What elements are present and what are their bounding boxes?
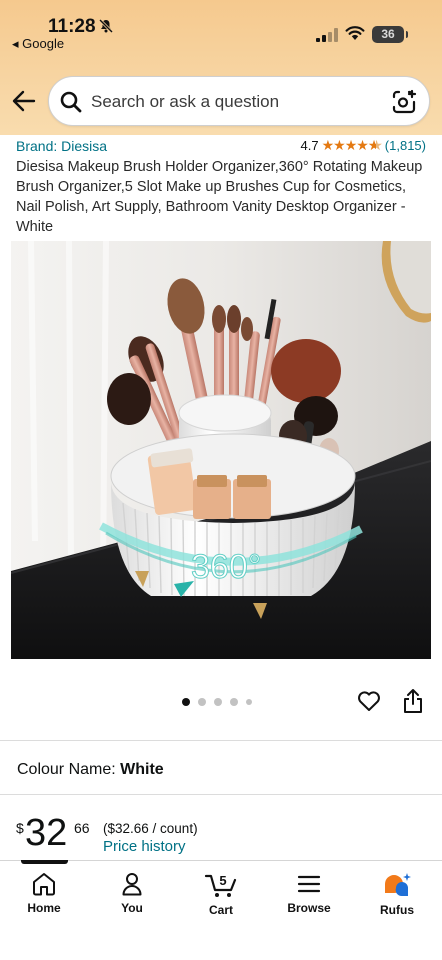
search-input[interactable]: Search or ask a question xyxy=(91,92,279,112)
colour-value: White xyxy=(120,761,164,778)
nav-browse[interactable]: Browse xyxy=(274,872,344,915)
battery-indicator: 36 xyxy=(372,26,408,43)
colour-label: Colour Name: xyxy=(17,761,116,778)
rotation-360-label: 360° xyxy=(191,548,261,586)
nav-cart-label: Cart xyxy=(208,903,233,917)
cellular-signal-icon xyxy=(316,28,338,42)
status-bar: 11:28 ◂ Google 36 xyxy=(0,0,442,58)
status-time: 11:28 xyxy=(48,16,96,37)
image-carousel-dots[interactable] xyxy=(182,698,252,706)
carousel-dot[interactable] xyxy=(230,698,238,706)
price-currency: $ xyxy=(16,820,24,836)
carousel-dot[interactable] xyxy=(182,698,190,706)
brand-link[interactable]: Brand: Diesisa xyxy=(16,138,107,154)
nav-you[interactable]: You xyxy=(97,872,167,915)
search-bar[interactable]: Search or ask a question xyxy=(48,76,430,126)
nav-rufus-label: Rufus xyxy=(380,903,414,917)
section-divider xyxy=(0,794,442,795)
back-to-google-link[interactable]: ◂ Google xyxy=(12,36,64,52)
share-icon[interactable] xyxy=(402,688,424,714)
nav-cart[interactable]: 5 Cart xyxy=(186,872,256,917)
section-divider xyxy=(0,740,442,741)
star-rating-icon: ★★★★★★ xyxy=(321,137,382,153)
nav-rufus[interactable]: Rufus xyxy=(362,872,432,917)
nav-home[interactable]: Home xyxy=(9,872,79,915)
carousel-dot[interactable] xyxy=(214,698,222,706)
rating-summary[interactable]: 4.7 ★★★★★★ (1,815) xyxy=(301,137,426,154)
unit-price: ($32.66 / count) xyxy=(103,821,198,836)
product-image[interactable]: 360° xyxy=(11,241,431,659)
product-title: Diesisa Makeup Brush Holder Organizer,36… xyxy=(16,159,423,235)
silent-bell-icon xyxy=(98,18,114,34)
back-arrow-icon[interactable] xyxy=(12,90,36,112)
home-icon xyxy=(33,873,55,896)
price-history-link[interactable]: Price history xyxy=(103,838,186,855)
price-fraction: 66 xyxy=(74,820,90,836)
nav-browse-label: Browse xyxy=(287,901,331,915)
price-whole: 32 xyxy=(25,812,68,854)
rufus-icon xyxy=(385,873,411,897)
cart-count-badge: 5 xyxy=(219,873,226,888)
rating-value: 4.7 xyxy=(300,138,319,153)
heart-icon[interactable] xyxy=(357,689,381,713)
product-photo-illustration: 360° xyxy=(11,241,431,659)
cart-icon: 5 xyxy=(204,873,237,897)
search-icon xyxy=(60,91,82,113)
camera-lens-icon[interactable] xyxy=(391,89,417,115)
wifi-icon xyxy=(345,26,365,40)
app-header: 11:28 ◂ Google 36 Search or ask a questi… xyxy=(0,0,442,135)
menu-icon xyxy=(297,875,321,893)
active-tab-indicator xyxy=(21,860,68,864)
nav-you-label: You xyxy=(121,901,143,915)
carousel-dot[interactable] xyxy=(246,699,252,705)
colour-selection: Colour Name: White xyxy=(17,761,164,779)
nav-home-label: Home xyxy=(27,901,61,915)
rating-count-link[interactable]: (1,815) xyxy=(385,138,426,153)
person-icon xyxy=(122,873,142,896)
carousel-dot[interactable] xyxy=(198,698,206,706)
